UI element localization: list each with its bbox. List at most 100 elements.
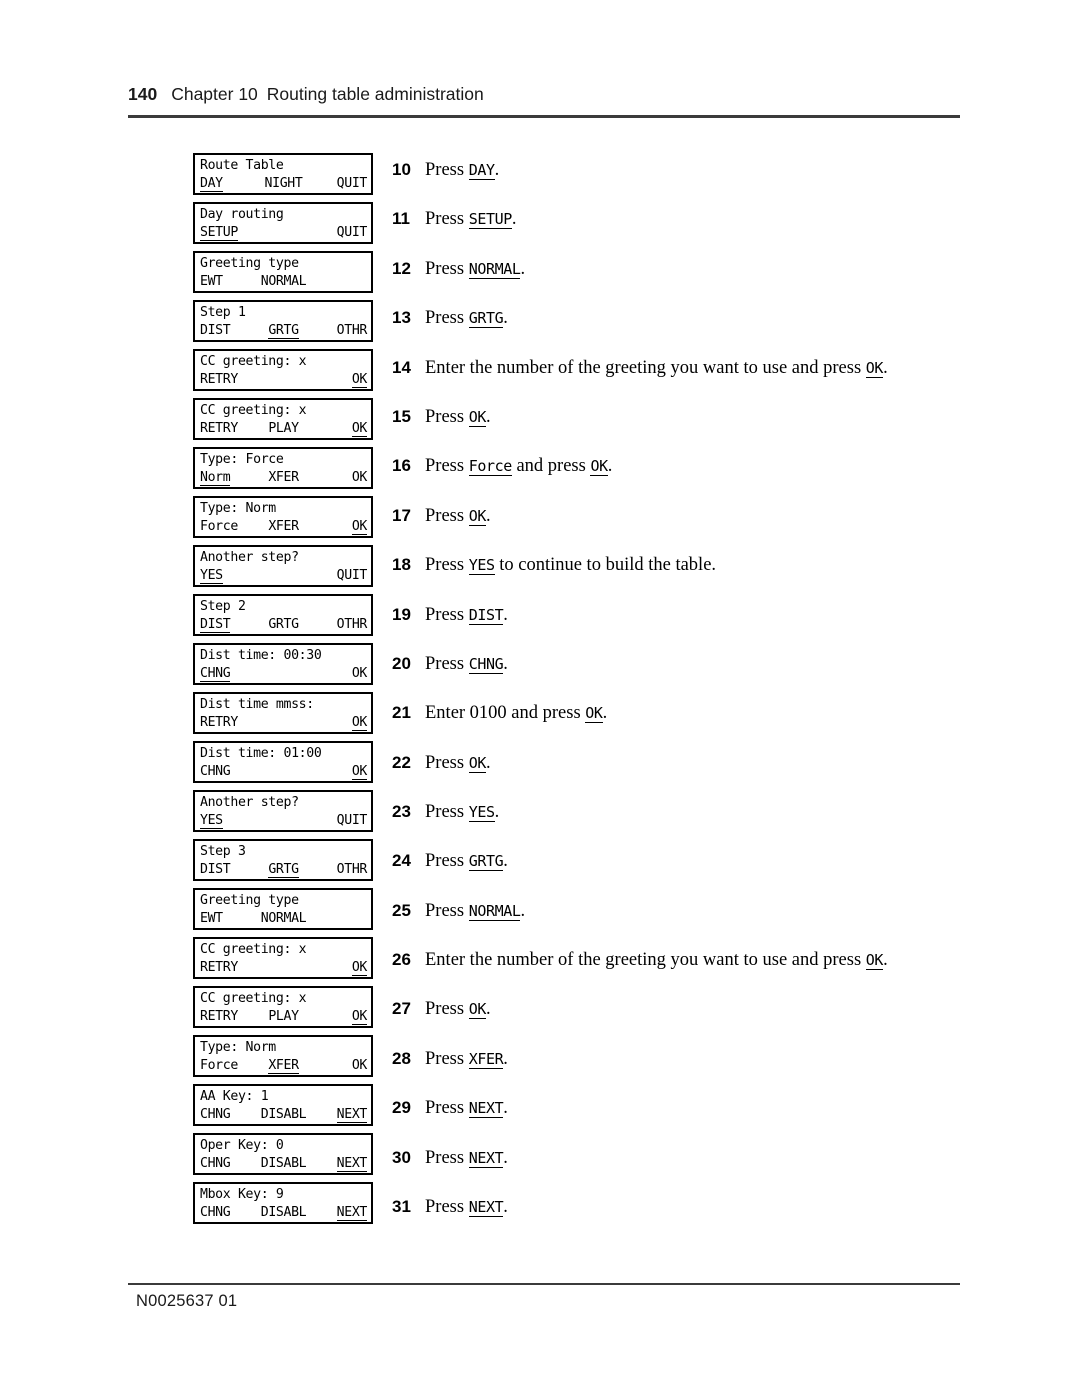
step-number: 17 (392, 506, 411, 525)
softkey-right[interactable]: NEXT (311, 1154, 367, 1173)
softkey-right (311, 272, 367, 291)
softkey-right[interactable]: OK (311, 958, 367, 977)
lcd-line-1: CC greeting: x (200, 403, 307, 418)
softkey-center[interactable]: XFER (256, 468, 312, 487)
softkey-right[interactable]: OK (311, 713, 367, 732)
softkey-center (256, 223, 312, 242)
softkey-right[interactable]: OK (311, 1056, 368, 1075)
softkey-label: NORMAL (260, 911, 307, 926)
softkey-label: PLAY (268, 421, 299, 436)
instruction-step: 31 Press NEXT. (392, 1196, 952, 1218)
softkey-left[interactable]: EWT (200, 272, 256, 291)
softkey-label: CHNG (200, 764, 231, 779)
lcd-line-1: Dist time mmss: (200, 697, 314, 712)
softkey-center[interactable]: GRTG (256, 860, 312, 879)
lcd-softkey-row: CHNG DISABL NEXT (200, 1203, 367, 1222)
softkey-center[interactable]: DISABL (256, 1203, 312, 1222)
step-text: Press NEXT. (425, 1097, 952, 1119)
lcd-line-1: Route Table (200, 158, 284, 173)
softkey-left[interactable]: SETUP (200, 223, 256, 242)
softkey-left[interactable]: CHNG (200, 664, 256, 683)
softkey-left[interactable]: RETRY (200, 958, 256, 977)
softkey-right[interactable]: OTHR (311, 615, 368, 634)
softkey-center[interactable]: DISABL (256, 1154, 312, 1173)
step-text-fragment: Press (425, 605, 469, 625)
lcd-line-1: Step 3 (200, 844, 246, 859)
softkey-left[interactable]: CHNG (200, 1154, 256, 1173)
softkey-center[interactable]: GRTG (256, 321, 312, 340)
step-number: 18 (392, 555, 411, 574)
softkey-left[interactable]: DIST (200, 860, 256, 879)
softkey-center[interactable]: GRTG (256, 615, 312, 634)
softkey-right[interactable]: QUIT (311, 811, 368, 830)
lcd-display: CC greeting: x RETRY PLAY OK (193, 398, 373, 440)
step-text-fragment: Enter the number of the greeting you wan… (425, 358, 866, 378)
softkey-reference: SETUP (468, 210, 512, 229)
softkey-right[interactable]: OTHR (311, 321, 368, 340)
step-number: 24 (392, 851, 411, 870)
softkey-left[interactable]: DIST (200, 615, 256, 634)
softkey-right[interactable]: NEXT (311, 1203, 367, 1222)
softkey-left[interactable]: Force (200, 517, 256, 536)
softkey-right[interactable]: OTHR (311, 860, 368, 879)
softkey-reference: OK (468, 408, 486, 427)
step-text: Press OK. (425, 505, 952, 527)
step-text-fragment: . (494, 802, 500, 822)
softkey-right[interactable]: OK (311, 517, 367, 536)
softkey-left[interactable]: CHNG (200, 1203, 256, 1222)
softkey-left[interactable]: DAY (200, 174, 256, 193)
lcd-softkey-row: Force XFER OK (200, 1056, 367, 1075)
softkey-center[interactable]: XFER (256, 517, 312, 536)
instruction-step: 16 Press Force and press OK. (392, 455, 952, 477)
softkey-left[interactable]: RETRY (200, 370, 256, 389)
softkey-right[interactable]: OK (311, 762, 367, 781)
softkey-label: EWT (200, 911, 223, 926)
softkey-left[interactable]: RETRY (200, 419, 256, 438)
step-number: 16 (392, 456, 411, 475)
softkey-right[interactable]: NEXT (311, 1105, 367, 1124)
softkey-right[interactable]: OK (311, 1007, 367, 1026)
softkey-label: NEXT (336, 1205, 368, 1221)
softkey-left[interactable]: RETRY (200, 1007, 256, 1026)
step-number: 23 (392, 802, 411, 821)
softkey-label: GRTG (268, 323, 299, 339)
lcd-softkey-row: CHNG DISABL NEXT (200, 1154, 367, 1173)
lcd-display: Another step? YES QUIT (193, 545, 373, 587)
softkey-left[interactable]: EWT (200, 909, 256, 928)
softkey-right[interactable]: QUIT (311, 174, 368, 193)
softkey-right[interactable]: OK (311, 370, 367, 389)
lcd-display: Greeting type EWT NORMAL (193, 888, 373, 930)
lcd-softkey-row: DIST GRTG OTHR (200, 860, 367, 879)
softkey-left[interactable]: Norm (200, 468, 256, 487)
softkey-left[interactable]: DIST (200, 321, 256, 340)
softkey-left[interactable]: RETRY (200, 713, 256, 732)
softkey-right[interactable]: OK (311, 468, 368, 487)
softkey-label: OTHR (336, 323, 368, 338)
step-text: Enter 0100 and press OK. (425, 702, 952, 724)
softkey-reference: NORMAL (468, 260, 521, 279)
instruction-step: 11 Press SETUP. (392, 208, 952, 230)
step-text-fragment: Press (425, 1148, 469, 1168)
softkey-left[interactable]: CHNG (200, 1105, 256, 1124)
softkey-right[interactable]: OK (311, 419, 367, 438)
step-text-fragment: . (503, 1098, 508, 1118)
softkey-right[interactable]: QUIT (311, 223, 368, 242)
softkey-center[interactable]: PLAY (256, 419, 312, 438)
step-number: 13 (392, 308, 411, 327)
softkey-center[interactable]: NORMAL (256, 272, 312, 291)
softkey-center[interactable]: PLAY (256, 1007, 312, 1026)
softkey-center[interactable]: DISABL (256, 1105, 312, 1124)
softkey-center[interactable]: NIGHT (256, 174, 312, 193)
softkey-right[interactable]: QUIT (311, 566, 368, 585)
softkey-left[interactable]: CHNG (200, 762, 256, 781)
softkey-left[interactable]: Force (200, 1056, 256, 1075)
softkey-label: OK (351, 715, 368, 731)
softkey-left[interactable]: YES (200, 566, 256, 585)
softkey-reference: CHNG (468, 655, 504, 674)
softkey-right[interactable]: OK (311, 664, 368, 683)
step-number: 20 (392, 654, 411, 673)
softkey-center[interactable]: NORMAL (256, 909, 312, 928)
lcd-line-1: CC greeting: x (200, 991, 307, 1006)
softkey-center[interactable]: XFER (256, 1056, 312, 1075)
softkey-left[interactable]: YES (200, 811, 256, 830)
